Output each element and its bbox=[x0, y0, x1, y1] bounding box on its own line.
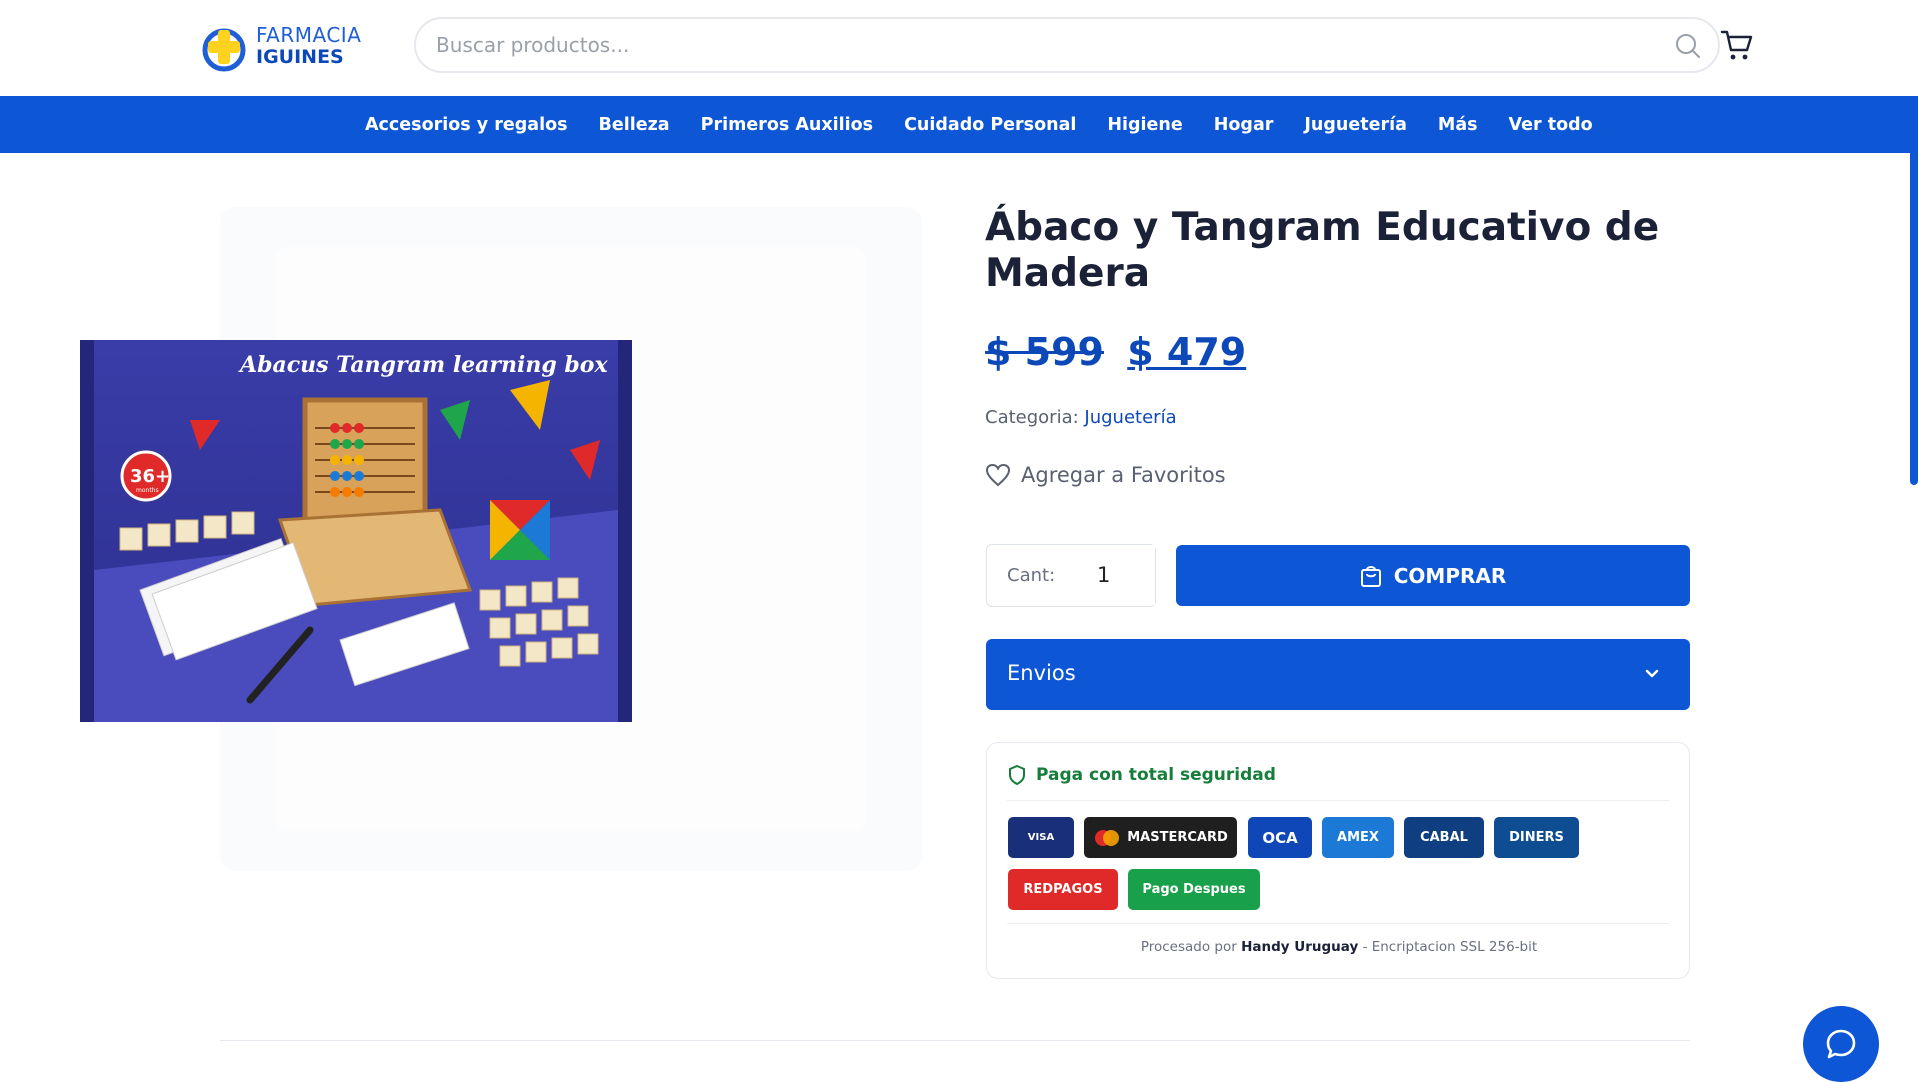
chat-button[interactable] bbox=[1803, 1006, 1879, 1082]
logo-text-farmacia: FARMACIA bbox=[256, 23, 362, 47]
shield-icon bbox=[1009, 765, 1025, 785]
logo-text-iguines: IGUINES bbox=[256, 46, 344, 68]
divider bbox=[1007, 923, 1669, 924]
category-line: Categoria: Juguetería bbox=[985, 407, 1177, 428]
nav-item-hogar[interactable]: Hogar bbox=[1214, 115, 1274, 135]
payment-cabal-badge: CABAL bbox=[1404, 817, 1484, 858]
chat-bubble-icon bbox=[1826, 1029, 1856, 1059]
quantity-label: Cant: bbox=[1007, 565, 1056, 586]
payment-oca-badge: OCA bbox=[1248, 817, 1312, 858]
payment-diners-badge: DINERS bbox=[1494, 817, 1579, 858]
nav-item-accesorios[interactable]: Accesorios y regalos bbox=[365, 115, 568, 135]
category-nav: Accesorios y regalos Belleza Primeros Au… bbox=[0, 96, 1910, 153]
shopping-bag-icon bbox=[1360, 565, 1381, 587]
payment-visa-badge: VISA bbox=[1008, 817, 1074, 858]
site-logo[interactable]: FARMACIA IGUINES bbox=[202, 22, 372, 74]
add-to-favorites[interactable]: Agregar a Favoritos bbox=[985, 463, 1226, 487]
product-image[interactable]: Abacus Tangram learning box 36+ months bbox=[80, 340, 632, 722]
nav-item-belleza[interactable]: Belleza bbox=[599, 115, 670, 135]
nav-item-primeros-auxilios[interactable]: Primeros Auxilios bbox=[701, 115, 873, 135]
mastercard-circles-icon bbox=[1095, 829, 1120, 846]
processed-by-note: Procesado por Handy Uruguay - Encriptaci… bbox=[987, 939, 1691, 955]
buy-button[interactable]: COMPRAR bbox=[1176, 545, 1690, 606]
pharmacy-cross-icon bbox=[202, 28, 246, 72]
nav-item-cuidado-personal[interactable]: Cuidado Personal bbox=[904, 115, 1076, 135]
payment-redpagos-badge: REDPAGOS bbox=[1008, 869, 1118, 910]
shipping-accordion-label: Envios bbox=[1007, 661, 1076, 685]
payment-amex-badge: AMEX bbox=[1322, 817, 1394, 858]
heart-icon bbox=[985, 463, 1011, 487]
payment-pago-despues-badge: Pago Despues bbox=[1128, 869, 1260, 910]
secure-payment-heading: Paga con total seguridad bbox=[1008, 765, 1276, 785]
favorites-label: Agregar a Favoritos bbox=[1021, 463, 1226, 487]
shipping-accordion[interactable]: Envios bbox=[986, 639, 1690, 710]
search-icon[interactable] bbox=[1674, 32, 1702, 60]
category-link[interactable]: Juguetería bbox=[1084, 407, 1176, 428]
nav-item-jugueteria[interactable]: Juguetería bbox=[1304, 115, 1407, 135]
divider bbox=[1007, 800, 1669, 801]
search-bar bbox=[414, 17, 1720, 73]
nav-item-ver-todo[interactable]: Ver todo bbox=[1509, 115, 1593, 135]
section-divider bbox=[220, 1040, 1690, 1041]
processed-prefix: Procesado por bbox=[1140, 939, 1237, 955]
cart-icon[interactable] bbox=[1720, 28, 1754, 62]
quantity-input[interactable] bbox=[1073, 545, 1155, 605]
box-title-text: Abacus Tangram learning box bbox=[238, 352, 608, 378]
processor-name: Handy Uruguay bbox=[1241, 939, 1359, 955]
page-scrollbar-thumb[interactable] bbox=[1910, 40, 1918, 485]
product-title: Ábaco y Tangram Educativo de Madera bbox=[985, 205, 1660, 296]
secure-payment-box: Paga con total seguridad VISA MASTERCARD… bbox=[986, 742, 1690, 979]
payment-mastercard-badge: MASTERCARD bbox=[1084, 817, 1237, 858]
box-age-badge: 36+ bbox=[130, 466, 170, 487]
nav-item-higiene[interactable]: Higiene bbox=[1107, 115, 1182, 135]
quantity-field: Cant: 1 bbox=[986, 544, 1156, 607]
box-age-unit: months bbox=[136, 487, 159, 494]
secure-payment-text: Paga con total seguridad bbox=[1036, 765, 1276, 785]
chevron-down-icon bbox=[1645, 669, 1659, 678]
price-block: $ 599 $ 479 bbox=[985, 330, 1246, 374]
current-price: $ 479 bbox=[1127, 330, 1247, 374]
processed-suffix: - Encriptacion SSL 256-bit bbox=[1362, 939, 1538, 955]
old-price: $ 599 bbox=[985, 330, 1104, 374]
site-header: FARMACIA IGUINES bbox=[0, 0, 1920, 96]
category-label: Categoria: bbox=[985, 407, 1079, 428]
buy-button-label: COMPRAR bbox=[1393, 563, 1507, 588]
quantity-value: 1 bbox=[1097, 563, 1111, 587]
nav-item-mas[interactable]: Más bbox=[1438, 115, 1478, 135]
search-input[interactable] bbox=[436, 29, 1616, 61]
